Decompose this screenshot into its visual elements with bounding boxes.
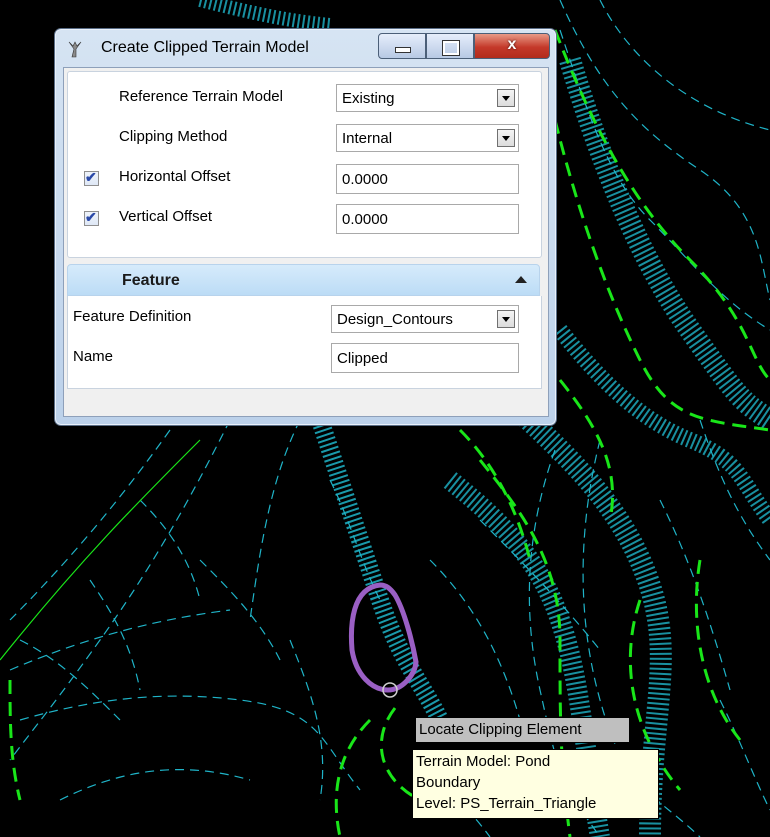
reference-terrain-model-dropdown[interactable]: Existing: [336, 84, 519, 112]
dialog-title: Create Clipped Terrain Model: [101, 39, 309, 56]
feature-section-title: Feature: [122, 272, 180, 289]
element-info-line-3: Level: PS_Terrain_Triangle: [416, 795, 597, 812]
vertical-offset-input[interactable]: 0.0000: [336, 204, 519, 234]
reference-terrain-model-label: Reference Terrain Model: [119, 88, 283, 105]
create-clipped-terrain-model-dialog: Create Clipped Terrain Model x Reference…: [54, 28, 557, 426]
feature-definition-label: Feature Definition: [73, 308, 192, 325]
maximize-icon: [442, 40, 460, 56]
name-label: Name: [73, 348, 114, 365]
checkmark-icon: ✔: [85, 169, 97, 185]
horizontal-offset-value: 0.0000: [342, 171, 388, 188]
close-button[interactable]: x: [474, 33, 550, 59]
chevron-up-icon[interactable]: [515, 276, 527, 283]
horizontal-offset-input[interactable]: 0.0000: [336, 164, 519, 194]
element-info-line-2: Boundary: [416, 774, 481, 791]
vertical-offset-label: Vertical Offset: [119, 208, 213, 225]
terrain-tool-icon: [68, 41, 82, 58]
clipping-method-label: Clipping Method: [119, 128, 228, 145]
clipping-method-value: Internal: [342, 130, 393, 147]
element-info-tooltip: Terrain Model: Pond Boundary Level: PS_T…: [412, 749, 659, 819]
name-input[interactable]: Clipped: [331, 343, 519, 373]
reference-terrain-model-value: Existing: [342, 90, 395, 107]
feature-section-header[interactable]: Feature: [67, 264, 540, 296]
chevron-down-icon[interactable]: [497, 129, 515, 147]
feature-settings-group: Feature Definition Design_Contours Name …: [67, 296, 542, 389]
checkmark-icon: ✔: [85, 209, 97, 225]
element-info-line-1: Terrain Model: Pond: [416, 753, 551, 770]
feature-definition-dropdown[interactable]: Design_Contours: [331, 305, 519, 333]
clipping-method-dropdown[interactable]: Internal: [336, 124, 519, 152]
cursor-prompt-text: Locate Clipping Element: [419, 721, 582, 738]
window-buttons: x: [378, 33, 550, 61]
name-value: Clipped: [337, 350, 388, 367]
horizontal-offset-checkbox[interactable]: ✔: [84, 169, 99, 186]
dialog-title-bar[interactable]: Create Clipped Terrain Model x: [55, 29, 556, 67]
chevron-down-icon[interactable]: [497, 89, 515, 107]
maximize-button[interactable]: [426, 33, 474, 59]
vertical-offset-value: 0.0000: [342, 211, 388, 228]
feature-definition-value: Design_Contours: [337, 311, 453, 328]
dialog-client-area: Reference Terrain Model Existing Clippin…: [63, 67, 549, 417]
close-icon: x: [507, 36, 517, 53]
horizontal-offset-label: Horizontal Offset: [119, 168, 231, 185]
minimize-button[interactable]: [378, 33, 426, 59]
vertical-offset-checkbox[interactable]: ✔: [84, 209, 99, 226]
minimize-icon: [395, 47, 411, 53]
clipping-settings-group: Reference Terrain Model Existing Clippin…: [67, 71, 542, 258]
chevron-down-icon[interactable]: [497, 310, 515, 328]
cursor-prompt-tooltip: Locate Clipping Element: [415, 717, 630, 743]
